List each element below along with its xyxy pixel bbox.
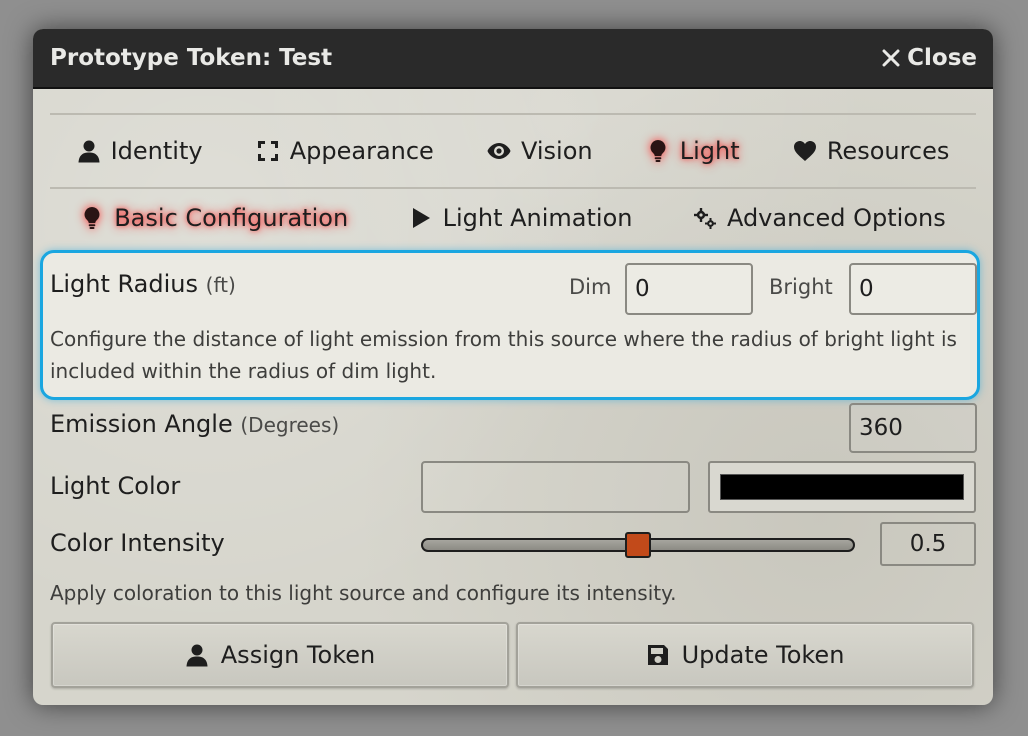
tab-resources-label: Resources <box>826 137 950 165</box>
cogs-icon <box>693 208 716 229</box>
assign-token-button[interactable]: Assign Token <box>51 622 509 688</box>
dim-label: Dim <box>569 275 612 299</box>
tab-vision[interactable]: Vision <box>487 137 593 165</box>
tab-light-animation[interactable]: Light Animation <box>409 204 633 232</box>
tab-advanced-options[interactable]: Advanced Options <box>693 204 946 232</box>
light-radius-hint: Configure the distance of light emission… <box>50 327 957 383</box>
color-intensity-value: 0.5 <box>880 522 976 566</box>
emission-angle-label: Emission Angle (Degrees) <box>50 410 339 438</box>
tab-light-animation-label: Light Animation <box>442 204 633 232</box>
save-icon <box>647 645 668 665</box>
color-intensity-slider-thumb[interactable] <box>625 532 651 558</box>
lightbulb-icon <box>650 140 666 162</box>
tab-identity[interactable]: Identity <box>77 137 203 165</box>
color-intensity-hint: Apply coloration to this light source an… <box>50 581 677 605</box>
tab-advanced-options-label: Advanced Options <box>726 204 946 232</box>
user-icon <box>78 140 100 163</box>
tab-appearance-label: Appearance <box>289 137 434 165</box>
emission-angle-title: Emission Angle <box>50 410 233 438</box>
color-intensity-label: Color Intensity <box>50 529 225 557</box>
close-button[interactable]: Close <box>882 45 977 71</box>
light-radius-unit: (ft) <box>205 273 236 297</box>
tab-identity-label: Identity <box>110 137 203 165</box>
play-icon <box>412 208 430 228</box>
window-header[interactable]: Prototype Token: Test Close <box>33 29 993 89</box>
close-label: Close <box>907 45 977 71</box>
tab-light[interactable]: Light <box>646 137 740 165</box>
eye-icon <box>487 143 511 159</box>
tab-appearance[interactable]: Appearance <box>256 137 434 165</box>
tab-resources[interactable]: Resources <box>793 137 950 165</box>
light-color-text-input[interactable] <box>421 461 690 513</box>
dim-radius-input[interactable] <box>625 263 753 315</box>
bright-radius-input[interactable] <box>849 263 977 315</box>
close-icon <box>882 49 900 67</box>
update-token-label: Update Token <box>681 641 845 669</box>
tab-light-label: Light <box>679 137 740 165</box>
heart-icon <box>793 141 816 161</box>
light-color-picker[interactable] <box>708 461 976 513</box>
lightbulb-icon <box>84 207 100 229</box>
update-token-button[interactable]: Update Token <box>516 622 974 688</box>
bright-label: Bright <box>769 275 833 299</box>
tab-basic-configuration[interactable]: Basic Configuration <box>80 204 348 232</box>
user-icon <box>186 644 208 667</box>
light-subtabs: Basic Configuration Light Animation Adva… <box>50 187 976 249</box>
window-title: Prototype Token: Test <box>50 45 333 71</box>
light-color-swatch <box>720 474 964 500</box>
tab-basic-configuration-label: Basic Configuration <box>114 204 349 232</box>
emission-angle-input[interactable] <box>849 403 977 453</box>
token-config-window: Prototype Token: Test Close Identity App… <box>33 29 993 705</box>
expand-icon <box>257 141 278 161</box>
primary-tabs: Identity Appearance Vision Light Resourc… <box>50 113 976 189</box>
assign-token-label: Assign Token <box>220 641 376 669</box>
light-radius-label: Light Radius (ft) <box>50 270 236 298</box>
tab-vision-label: Vision <box>520 137 593 165</box>
light-radius-title: Light Radius <box>50 270 198 298</box>
emission-angle-unit: (Degrees) <box>240 413 340 437</box>
light-color-label: Light Color <box>50 472 181 500</box>
